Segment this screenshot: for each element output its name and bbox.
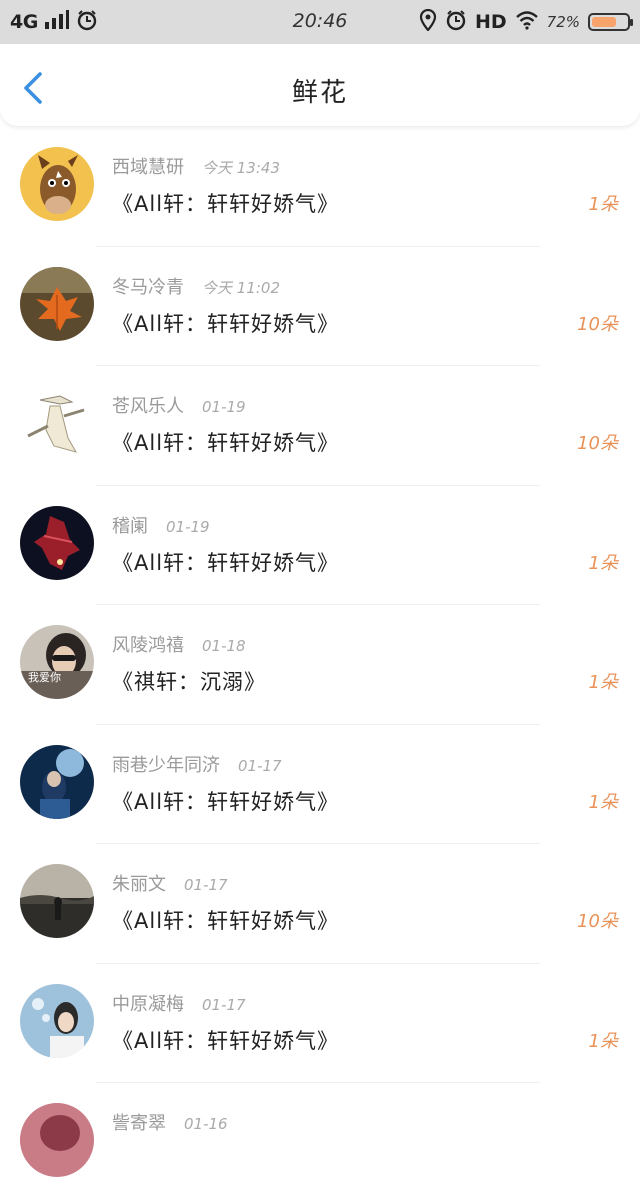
- flower-count: 1朵: [588, 552, 618, 574]
- sender-name: 朱丽文: [112, 874, 166, 895]
- flower-count: 10朵: [577, 433, 618, 454]
- navigation-bar: 鲜花: [0, 44, 640, 126]
- avatar[interactable]: [20, 864, 94, 938]
- wifi-icon: [515, 10, 539, 34]
- entry-meta: 訾寄翠 01-16: [112, 1109, 228, 1135]
- avatar[interactable]: [20, 1103, 94, 1177]
- flower-count: 10朵: [577, 911, 618, 932]
- battery-level-fill: [592, 17, 617, 27]
- status-right: HD 72%: [419, 8, 633, 35]
- work-title: 《祺轩：沉溺》: [112, 670, 266, 694]
- page-title: 鲜花: [291, 78, 348, 108]
- entry-meta: 雨巷少年同济 01-17: [112, 751, 282, 777]
- work-title: 《All轩：轩轩好娇气》: [112, 192, 340, 216]
- send-date: 01-16: [184, 1115, 228, 1133]
- list-item[interactable]: 苍风乐人 01-19 《All轩：轩轩好娇气》 10朵: [0, 366, 640, 486]
- avatar-badge-text: 我爱你: [28, 671, 61, 684]
- avatar[interactable]: 我爱你: [20, 625, 94, 699]
- send-date: 01-18: [202, 637, 246, 655]
- entry-meta: 中原凝梅 01-17: [112, 990, 246, 1016]
- send-date: 今天 13:43: [202, 159, 280, 177]
- list-item[interactable]: 西域慧研 今天 13:43 《All轩：轩轩好娇气》 1朵: [0, 127, 640, 247]
- avatar[interactable]: [20, 147, 94, 221]
- send-date: 01-19: [166, 517, 210, 536]
- entry-meta: 冬马冷青 今天 11:02: [112, 273, 280, 299]
- work-title: 《All轩：轩轩好娇气》: [112, 789, 340, 814]
- sender-name: 訾寄翠: [112, 1113, 166, 1134]
- sender-name: 冬马冷青: [112, 276, 184, 298]
- entry-meta: 苍风乐人 01-19: [112, 392, 246, 418]
- flower-count: 1朵: [588, 1030, 618, 1052]
- alarm-icon: [445, 9, 467, 35]
- hd-indicator: HD: [474, 11, 507, 33]
- avatar[interactable]: [20, 983, 94, 1058]
- work-title: 《All轩：轩轩好娇气》: [112, 311, 340, 336]
- avatar[interactable]: [20, 266, 94, 341]
- work-title: 《All轩：轩轩好娇气》: [112, 550, 340, 575]
- send-date: 01-17: [184, 876, 228, 894]
- list-item[interactable]: 冬马冷青 今天 11:02 《All轩：轩轩好娇气》 10朵: [0, 247, 640, 366]
- flower-count: 1朵: [588, 194, 618, 215]
- avatar[interactable]: [20, 505, 94, 580]
- entry-meta: 朱丽文 01-17: [112, 870, 228, 896]
- sender-name: 西域慧研: [112, 157, 184, 178]
- flower-count: 10朵: [577, 313, 618, 335]
- send-date: 01-19: [202, 398, 246, 416]
- battery-percent: 72%: [546, 13, 580, 31]
- flower-count: 1朵: [588, 672, 618, 693]
- send-date: 今天 11:02: [202, 278, 280, 297]
- work-title: 《All轩：轩轩好娇气》: [112, 431, 340, 455]
- status-bar: 4G 20:46 HD 72%: [0, 0, 640, 44]
- flower-list: 西域慧研 今天 13:43 《All轩：轩轩好娇气》 1朵 冬马冷青 今天 11:0…: [0, 127, 640, 1203]
- entry-meta: 稽阑 01-19: [112, 512, 210, 538]
- sender-name: 中原凝梅: [112, 993, 184, 1015]
- entry-meta: 风陵鸿禧 01-18: [112, 631, 246, 657]
- avatar[interactable]: [20, 744, 94, 819]
- flower-count: 1朵: [588, 791, 618, 813]
- work-title: 《All轩：轩轩好娇气》: [112, 909, 340, 933]
- list-item[interactable]: 朱丽文 01-17 《All轩：轩轩好娇气》 10朵: [0, 844, 640, 964]
- sender-name: 雨巷少年同济: [112, 754, 220, 776]
- location-pin-icon: [419, 8, 437, 35]
- sender-name: 苍风乐人: [112, 396, 184, 417]
- battery-icon: [588, 13, 633, 31]
- entry-meta: 西域慧研 今天 13:43: [112, 153, 280, 179]
- list-item[interactable]: 我爱你 风陵鸿禧 01-18 《祺轩：沉溺》 1朵: [0, 605, 640, 725]
- send-date: 01-17: [202, 995, 246, 1014]
- list-item[interactable]: 稽阑 01-19 《All轩：轩轩好娇气》 1朵: [0, 486, 640, 605]
- sender-name: 风陵鸿禧: [112, 635, 184, 656]
- list-item[interactable]: 中原凝梅 01-17 《All轩：轩轩好娇气》 1朵: [0, 964, 640, 1083]
- work-title: 《All轩：轩轩好娇气》: [112, 1028, 340, 1053]
- send-date: 01-17: [238, 756, 282, 775]
- sender-name: 稽阑: [112, 515, 148, 537]
- avatar[interactable]: [20, 386, 94, 460]
- list-item[interactable]: 雨巷少年同济 01-17 《All轩：轩轩好娇气》 1朵: [0, 725, 640, 844]
- list-item[interactable]: 訾寄翠 01-16: [0, 1083, 640, 1203]
